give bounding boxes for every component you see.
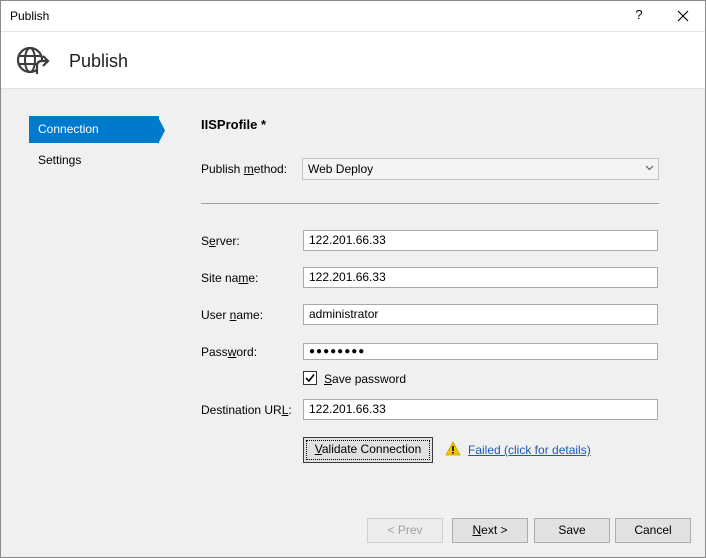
- next-button[interactable]: Next >: [452, 518, 528, 543]
- close-button[interactable]: [673, 6, 693, 26]
- save-button[interactable]: Save: [534, 518, 610, 543]
- password-input[interactable]: ●●●●●●●●: [303, 343, 658, 360]
- server-input[interactable]: 122.201.66.33: [303, 230, 658, 251]
- focus-rectangle: [306, 440, 430, 460]
- section-divider: [201, 203, 659, 204]
- header-banner: Publish: [1, 32, 705, 89]
- site-name-label: Site name:: [201, 271, 259, 285]
- help-button[interactable]: ?: [629, 7, 649, 25]
- chevron-down-icon: [645, 165, 654, 171]
- title-bar: Publish ?: [1, 1, 705, 32]
- profile-title: IISProfile *: [201, 117, 267, 132]
- publish-dialog: Publish ? Publish Connection Settings II…: [0, 0, 706, 558]
- destination-url-input[interactable]: 122.201.66.33: [303, 399, 658, 420]
- globe-publish-icon: [15, 44, 51, 76]
- validate-connection-button[interactable]: Validate Connection: [303, 437, 433, 463]
- nav-active-arrow: [158, 117, 165, 144]
- prev-button[interactable]: < Prev: [367, 518, 443, 543]
- warning-icon: [445, 441, 461, 456]
- banner-title: Publish: [69, 51, 129, 71]
- window-title: Publish: [10, 9, 50, 23]
- save-password-label[interactable]: Save password: [324, 372, 406, 386]
- user-name-input[interactable]: administrator: [303, 304, 658, 325]
- nav-item-settings[interactable]: Settings: [29, 147, 159, 174]
- server-label: Server:: [201, 234, 240, 248]
- user-name-label: User name:: [201, 308, 264, 322]
- publish-method-label: Publish method:: [201, 162, 288, 176]
- checkmark-icon: [305, 374, 315, 383]
- password-label: Password:: [201, 345, 258, 359]
- failed-details-link[interactable]: Failed (click for details): [468, 443, 591, 457]
- cancel-button[interactable]: Cancel: [615, 518, 691, 543]
- nav-item-connection[interactable]: Connection: [29, 116, 159, 143]
- site-name-input[interactable]: 122.201.66.33: [303, 267, 658, 288]
- publish-method-value: Web Deploy: [308, 162, 374, 176]
- save-password-checkbox[interactable]: [303, 371, 317, 385]
- publish-method-select[interactable]: Web Deploy: [302, 158, 659, 180]
- close-icon: [677, 10, 689, 22]
- destination-url-label: Destination URL:: [201, 403, 292, 417]
